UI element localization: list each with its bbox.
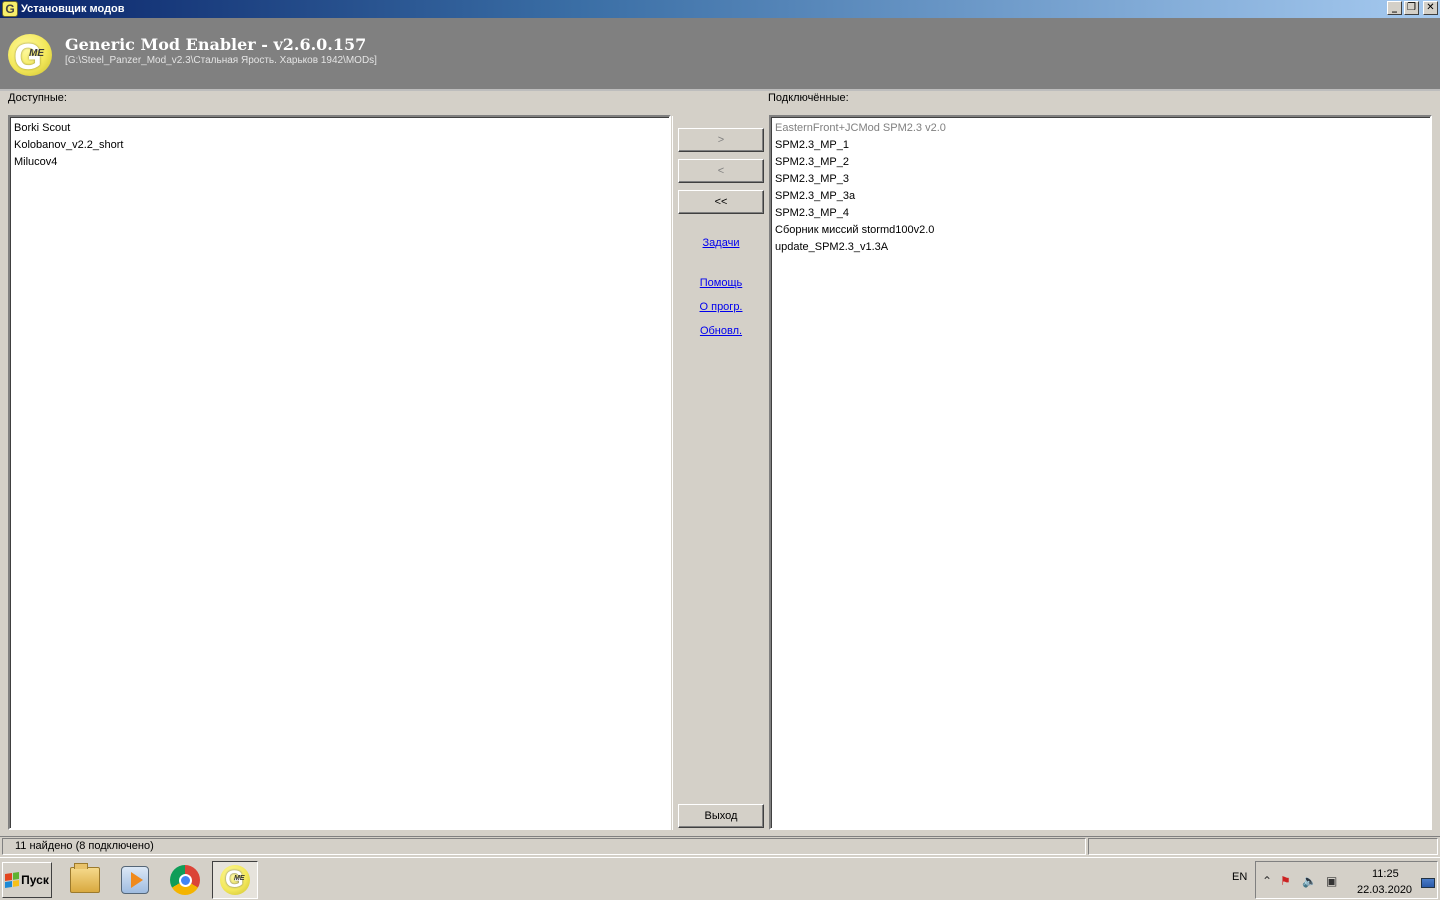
clock-time[interactable]: 11:25 (1372, 868, 1399, 880)
taskbar-media-player[interactable] (112, 861, 158, 899)
restore-button[interactable]: ❐ (1404, 1, 1419, 15)
deactivate-all-button[interactable]: << (678, 190, 764, 214)
installed-mod-item[interactable]: SPM2.3_MP_3a (775, 188, 1426, 205)
minimize-button[interactable]: _ (1387, 1, 1402, 15)
available-mod-item[interactable]: Borki Scout (14, 120, 665, 137)
available-mod-item[interactable]: Milucov4 (14, 154, 665, 171)
gme-app-icon: G (2, 1, 18, 17)
network-icon[interactable]: ▣ (1326, 874, 1337, 888)
taskbar-chrome[interactable] (162, 861, 208, 899)
about-link[interactable]: О прогр. (673, 301, 769, 313)
taskbar-gme[interactable]: G ME (212, 861, 258, 899)
available-mod-item[interactable]: Kolobanov_v2.2_short (14, 137, 665, 154)
installed-mod-item[interactable]: EasternFront+JCMod SPM2.3 v2.0 (775, 120, 1426, 137)
app-name: Generic Mod Enabler - v2.6.0.157 (65, 35, 367, 54)
installed-mod-item[interactable]: SPM2.3_MP_1 (775, 137, 1426, 154)
folder-icon (70, 863, 100, 893)
tray-expand-icon[interactable]: ⌃ (1262, 874, 1272, 888)
mods-path: [G:\Steel_Panzer_Mod_v2.3\Стальная Ярост… (65, 55, 377, 66)
help-link[interactable]: Помощь (673, 277, 769, 289)
status-text: 11 найдено (8 подключено) (2, 838, 1086, 855)
window-title: Установщик модов (21, 3, 125, 15)
installed-mods-list[interactable]: EasternFront+JCMod SPM2.3 v2.0 SPM2.3_MP_… (769, 115, 1432, 830)
start-label: Пуск (21, 873, 49, 887)
taskbar-explorer[interactable] (62, 861, 108, 899)
gme-icon: G ME (220, 865, 250, 895)
gme-logo-icon: G ME (8, 34, 52, 77)
close-button[interactable]: ✕ (1423, 1, 1438, 15)
app-header: G ME Generic Mod Enabler - v2.6.0.157 [G… (0, 18, 1440, 91)
activate-button[interactable]: > (678, 128, 764, 152)
tasks-link[interactable]: Задачи (673, 237, 769, 249)
exit-button[interactable]: Выход (678, 804, 764, 828)
windows-flag-icon (5, 872, 20, 888)
installed-label: Подключённые: (768, 92, 849, 104)
installed-mod-item[interactable]: SPM2.3_MP_3 (775, 171, 1426, 188)
available-mods-list[interactable]: Borki Scout Kolobanov_v2.2_short Milucov4 (8, 115, 671, 830)
actions-panel: > < << Задачи Помощь О прогр. Обновл. Вы… (672, 116, 768, 830)
volume-icon[interactable]: 🔈 (1302, 874, 1317, 888)
installed-mod-item[interactable]: SPM2.3_MP_2 (775, 154, 1426, 171)
start-button[interactable]: Пуск (2, 862, 52, 898)
installed-mod-item[interactable]: SPM2.3_MP_4 (775, 205, 1426, 222)
installed-mod-item[interactable]: Сборник миссий stormd100v2.0 (775, 222, 1426, 239)
taskbar: Пуск G ME EN ⌃ ⚑ 🔈 ▣ 11:25 22.03.2020 (0, 857, 1440, 900)
media-player-icon (121, 866, 149, 894)
language-indicator[interactable]: EN (1232, 871, 1247, 883)
installed-mod-item[interactable]: update_SPM2.3_v1.3A (775, 239, 1426, 256)
window-titlebar[interactable]: G Установщик модов _ ❐ ✕ (0, 0, 1440, 18)
available-label: Доступные: (8, 92, 67, 104)
action-center-flag-icon[interactable]: ⚑ (1280, 874, 1291, 888)
system-tray: ⌃ ⚑ 🔈 ▣ 11:25 22.03.2020 (1255, 861, 1438, 899)
chrome-icon (170, 865, 200, 895)
clock-date[interactable]: 22.03.2020 (1357, 884, 1412, 896)
update-link[interactable]: Обновл. (673, 325, 769, 337)
show-desktop-button[interactable] (1421, 878, 1435, 888)
deactivate-button[interactable]: < (678, 159, 764, 183)
status-panel-empty (1088, 838, 1438, 855)
status-bar: 11 найдено (8 подключено) (0, 836, 1440, 856)
